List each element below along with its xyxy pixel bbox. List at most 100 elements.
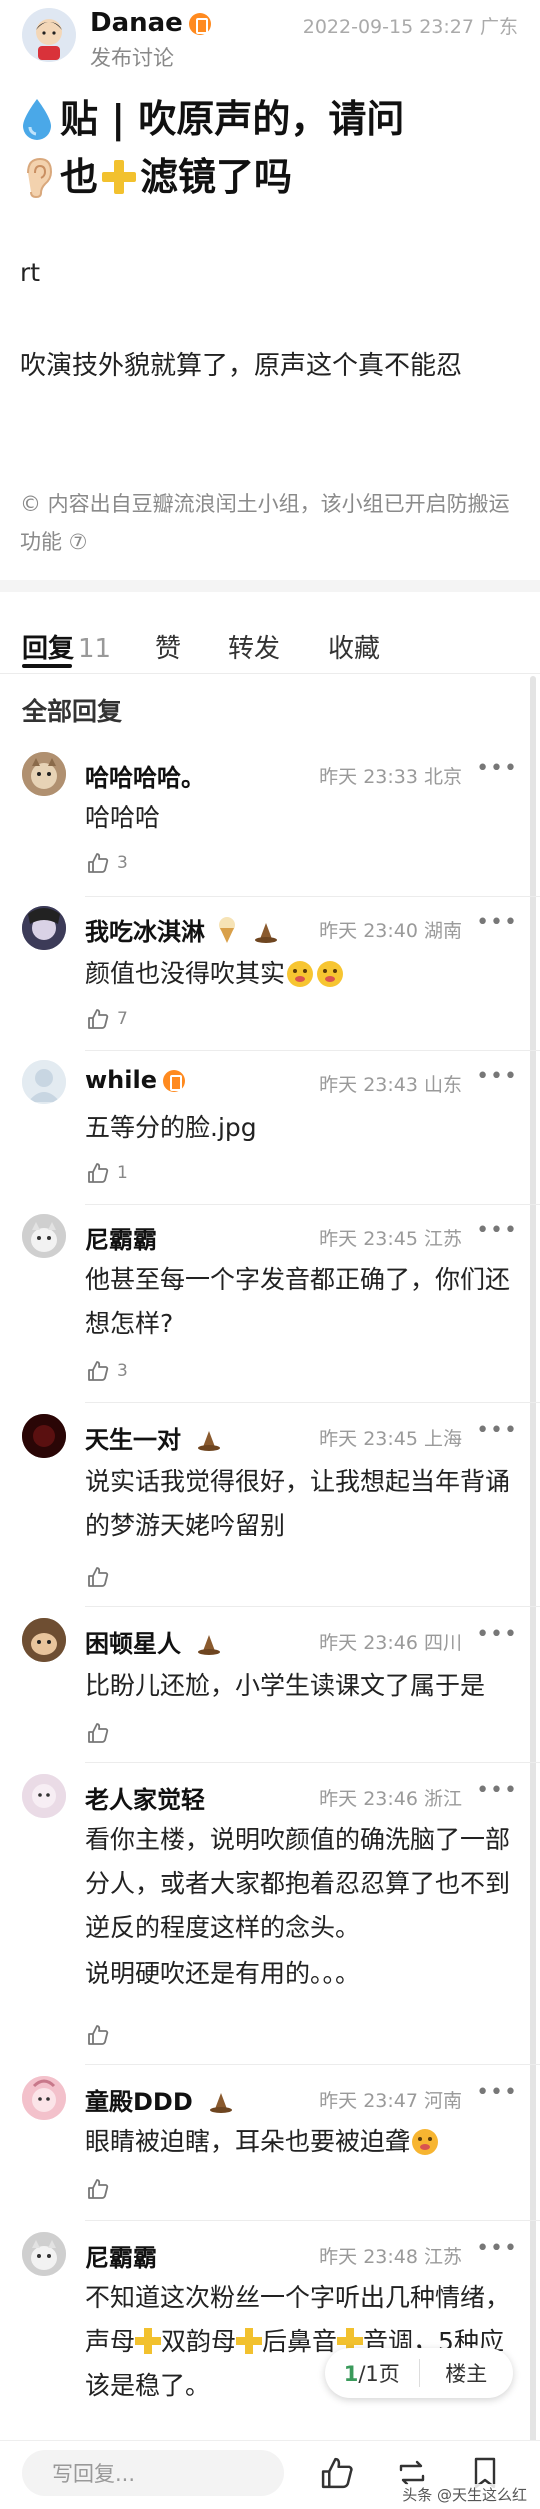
like-button[interactable]: 3 (87, 1360, 128, 1382)
tab-collect[interactable]: 收藏 (328, 628, 380, 665)
page-current: 1 (343, 2362, 359, 2386)
more-icon[interactable]: ••• (476, 1622, 518, 1647)
watermark: 头条 @天生这么红 (399, 2484, 530, 2505)
comment-author-name[interactable]: 我吃冰淇淋 (85, 918, 205, 946)
more-icon[interactable]: ••• (476, 756, 518, 781)
title-line-2a: 也 (60, 155, 99, 199)
comment-author[interactable]: 困顿星人 (85, 1624, 221, 1659)
thumbs-up-icon[interactable] (320, 2456, 354, 2490)
ice-cream-icon (219, 917, 236, 943)
avatar[interactable] (22, 1774, 66, 1818)
like-count: 1 (117, 1163, 128, 1183)
title-line-2b: 滤镜了吗 (140, 155, 293, 199)
comment-meta: 昨天 23:46 浙江 (319, 1788, 462, 1810)
wizard-hat-icon (198, 1431, 221, 1451)
comment-meta: 昨天 23:40 湖南 (319, 920, 462, 942)
section-title: 全部回复 (22, 697, 123, 726)
avatar[interactable] (22, 2076, 66, 2120)
wizard-hat-icon (198, 1635, 221, 1655)
comment-text: 眼睛被迫瞎，耳朵也要被迫聋 (85, 2120, 520, 2164)
more-icon[interactable]: ••• (476, 1418, 518, 1443)
comment-meta: 昨天 23:48 江苏 (319, 2246, 462, 2268)
post-body-rt: rt (20, 258, 41, 287)
comment-meta: 昨天 23:45 上海 (319, 1428, 462, 1450)
comment-author[interactable]: 哈哈哈哈。 (85, 758, 205, 793)
comment-divider (85, 1204, 540, 1205)
comment-text-part: 双韵母 (161, 2327, 237, 2356)
comment-author[interactable]: 天生一对 (85, 1420, 221, 1455)
comment-divider (85, 2064, 540, 2065)
more-icon[interactable]: ••• (476, 1064, 518, 1089)
more-icon[interactable]: ••• (476, 1778, 518, 1803)
comment-meta: 昨天 23:46 四川 (319, 1632, 462, 1654)
like-button[interactable] (87, 2178, 109, 2200)
section-divider (0, 580, 540, 592)
like-button[interactable] (87, 2024, 109, 2046)
more-icon[interactable]: ••• (476, 2080, 518, 2105)
post-author-name[interactable]: Danae (90, 8, 211, 38)
avatar[interactable] (22, 1618, 66, 1662)
tab-like[interactable]: 赞 (155, 628, 181, 665)
more-icon[interactable]: ••• (476, 1218, 518, 1243)
comment-author-name[interactable]: while (85, 1066, 157, 1094)
scrollbar[interactable] (530, 676, 536, 2456)
comment-author-name[interactable]: 天生一对 (85, 1426, 181, 1454)
cross-icon (236, 2328, 263, 2354)
cross-icon (102, 160, 137, 194)
more-icon[interactable]: ••• (476, 2236, 518, 2261)
comment-text-body: 颜值也没得吹其实 (85, 959, 286, 988)
tab-forward[interactable]: 转发 (228, 628, 280, 665)
tab-reply-label[interactable]: 回复 (22, 634, 74, 664)
like-button[interactable] (87, 1566, 109, 1588)
like-button[interactable]: 1 (87, 1162, 128, 1184)
author-name-text[interactable]: Danae (90, 8, 183, 38)
avatar[interactable] (22, 1214, 66, 1258)
member-badge-icon (163, 1070, 185, 1092)
member-badge-icon (188, 12, 211, 35)
title-line-1: 贴 | 吹原声的，请问 (60, 97, 405, 141)
reply-input[interactable]: 写回复... (22, 2450, 284, 2496)
comment-meta: 昨天 23:47 河南 (319, 2090, 462, 2112)
avatar[interactable] (22, 906, 66, 950)
comment-author[interactable]: while (85, 1066, 185, 1094)
comment-text: 他甚至每一个字发音都正确了，你们还想怎样? (85, 1265, 511, 1338)
comment-text: 哈哈哈 (85, 803, 161, 832)
comment-divider (85, 896, 540, 897)
avatar[interactable] (22, 2232, 66, 2276)
page-indicator[interactable]: 1/1页 (325, 2358, 419, 2388)
comment-author[interactable]: 我吃冰淇淋 (85, 912, 278, 947)
thumbs-up-icon (88, 1361, 109, 1381)
tab-reply[interactable]: 回复 11 (22, 628, 111, 665)
crying-face-icon (412, 2129, 439, 2155)
comment-meta: 昨天 23:33 北京 (319, 766, 462, 788)
comment-author[interactable]: 尼霸霸 (85, 2238, 157, 2273)
comment-author-name[interactable]: 困顿星人 (85, 1630, 181, 1658)
thumbs-up-icon (88, 1009, 109, 1029)
like-count: 7 (117, 1009, 128, 1029)
emoji-face-icon (287, 961, 314, 987)
wizard-hat-icon (254, 923, 277, 943)
ear-icon (27, 157, 53, 199)
like-button[interactable]: 7 (87, 1008, 128, 1030)
wizard-hat-icon (210, 2093, 233, 2113)
comment-author[interactable]: 老人家觉轻 (85, 1780, 205, 1815)
comment-author-name[interactable]: 童殿DDD (85, 2088, 193, 2116)
more-icon[interactable]: ••• (476, 910, 518, 935)
like-button[interactable]: 3 (87, 852, 128, 874)
emoji-face-icon (317, 961, 344, 987)
comment-text: 说实话我觉得很好，让我想起当年背诵的梦游天姥吟留别 (85, 1467, 511, 1540)
like-button[interactable] (87, 1722, 109, 1744)
post-body-text: 吹演技外貌就算了，原声这个真不能忍 (20, 351, 463, 381)
host-only-button[interactable]: 楼主 (420, 2358, 514, 2388)
avatar[interactable] (22, 752, 66, 796)
avatar[interactable] (22, 1414, 66, 1458)
cross-icon (135, 2328, 162, 2354)
comment-text: 五等分的脸.jpg (85, 1113, 257, 1142)
reply-input-placeholder: 写回复... (52, 2462, 136, 2486)
thumbs-up-icon (88, 1567, 109, 1587)
avatar[interactable] (22, 1060, 66, 1104)
comment-author[interactable]: 童殿DDD (85, 2082, 233, 2117)
comment-author[interactable]: 尼霸霸 (85, 1220, 157, 1255)
author-avatar[interactable] (22, 8, 76, 62)
comment-divider (85, 2220, 540, 2221)
